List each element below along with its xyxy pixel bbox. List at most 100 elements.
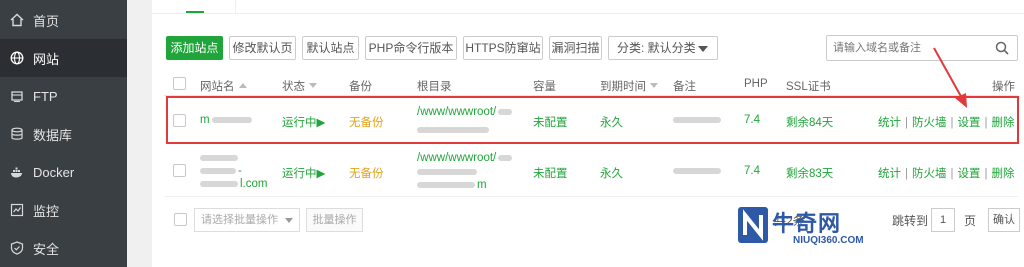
redacted-text	[417, 168, 477, 175]
column-remark: 备注	[673, 81, 696, 93]
sidebar-item-label: Docker	[33, 164, 75, 180]
sort-down-icon	[309, 83, 317, 88]
modify-default-page-button[interactable]: 修改默认页	[229, 36, 296, 60]
root-dir-text: /www/wwwroot/	[417, 152, 497, 164]
column-label: 网站名	[200, 81, 235, 93]
column-label: 到期时间	[600, 81, 646, 93]
firewall-link[interactable]: 防火墙	[912, 168, 947, 180]
sidebar-item-monitor[interactable]: 监控	[0, 191, 127, 229]
search-box[interactable]	[826, 35, 1018, 61]
tab-active-indicator	[186, 11, 204, 13]
column-status[interactable]: 状态	[282, 78, 317, 94]
sidebar-item-website[interactable]: 网站	[0, 39, 127, 77]
divider: |	[950, 168, 954, 180]
settings-link[interactable]: 设置	[958, 168, 981, 180]
default-site-button[interactable]: 默认站点	[302, 36, 359, 60]
column-label: 状态	[282, 81, 305, 93]
vuln-scan-button[interactable]: 漏洞扫描	[549, 36, 602, 60]
site-name-text: l.com	[240, 178, 268, 190]
column-php: PHP	[744, 78, 768, 90]
ftp-icon	[10, 89, 24, 103]
site-name-link[interactable]: -	[200, 165, 242, 177]
jump-to-label: 跳转到	[892, 214, 929, 228]
shield-icon	[10, 241, 24, 255]
confirm-button[interactable]: 确认	[988, 208, 1020, 232]
sidebar-item-label: 网站	[33, 51, 60, 67]
column-capacity: 容量	[533, 81, 556, 93]
redacted-text	[498, 154, 513, 161]
sidebar-item-security[interactable]: 安全	[0, 229, 127, 267]
sidebar-item-home[interactable]: 首页	[0, 1, 127, 39]
docker-icon	[10, 165, 24, 179]
content-gutter	[127, 0, 152, 267]
niuqi-logo-icon	[738, 207, 768, 243]
status-running[interactable]: 运行中▶	[282, 165, 325, 181]
sidebar-item-ftp[interactable]: FTP	[0, 77, 127, 115]
table-row: - l.com 运行中▶ 无备份 /www/wwwroot/ m 未配置 永久 …	[164, 143, 1018, 197]
expiry-date[interactable]: 永久	[600, 165, 623, 181]
database-icon	[10, 127, 24, 141]
capacity-setting[interactable]: 未配置	[533, 165, 568, 181]
search-input[interactable]	[833, 40, 983, 56]
row-checkbox[interactable]	[173, 164, 186, 177]
sidebar-item-label: FTP	[33, 88, 58, 104]
php-version[interactable]: 7.4	[744, 165, 760, 177]
watermark-logo: 牛奇网 NIUQI360.COM	[738, 205, 888, 255]
column-ssl: SSL证书	[786, 81, 831, 93]
watermark-title: 牛奇网	[772, 211, 842, 236]
root-dir-link[interactable]: /www/wwwroot/	[417, 152, 513, 164]
sidebar-item-database[interactable]: 数据库	[0, 115, 127, 153]
select-all-checkbox[interactable]	[173, 77, 186, 90]
ssl-status[interactable]: 剩余83天	[786, 165, 833, 181]
redacted-text	[200, 167, 236, 174]
sidebar-item-label: 安全	[33, 241, 60, 257]
root-dir-text: m	[477, 179, 487, 191]
divider: |	[984, 168, 988, 180]
sidebar-item-label: 监控	[33, 203, 60, 219]
row-actions: 统计 | 防火墙 | 设置 | 删除	[878, 165, 1015, 181]
chevron-down-icon	[698, 46, 708, 52]
https-antiblock-button[interactable]: HTTPS防窜站	[463, 36, 543, 60]
sidebar-item-docker[interactable]: Docker	[0, 153, 127, 191]
column-backup: 备份	[349, 81, 372, 93]
redacted-text	[673, 167, 721, 174]
backup-status[interactable]: 无备份	[349, 165, 384, 181]
category-select[interactable]: 分类: 默认分类	[608, 36, 718, 60]
page-number-input[interactable]: 1	[931, 208, 955, 232]
globe-icon	[10, 51, 24, 65]
sidebar: 首页 网站 FTP 数据库 Docker 监控 安全	[0, 0, 127, 267]
site-name-line1	[200, 152, 238, 164]
batch-operation-select[interactable]: 请选择批量操作	[194, 208, 300, 232]
redacted-text	[200, 180, 238, 187]
redacted-text	[200, 154, 238, 161]
delete-link[interactable]: 删除	[992, 168, 1015, 180]
sort-down-icon	[650, 83, 658, 88]
stats-link[interactable]: 统计	[878, 168, 901, 180]
sidebar-item-label: 数据库	[33, 127, 73, 143]
batch-select-value: 请选择批量操作	[201, 214, 278, 226]
footer-select-all-checkbox[interactable]	[174, 213, 187, 226]
root-dir-line3[interactable]: m	[417, 179, 487, 191]
site-name-text: -	[238, 165, 242, 177]
column-site-name[interactable]: 网站名	[200, 78, 247, 94]
category-select-value: 分类: 默认分类	[617, 41, 696, 55]
remark-cell[interactable]	[673, 165, 721, 177]
watermark-subtitle: NIUQI360.COM	[793, 235, 864, 246]
site-name-link-line3[interactable]: l.com	[200, 178, 267, 190]
divider: |	[905, 168, 908, 180]
column-root-dir: 根目录	[417, 81, 452, 93]
column-expiry[interactable]: 到期时间	[600, 78, 658, 94]
home-icon	[10, 13, 24, 27]
root-dir-line2	[417, 166, 477, 178]
php-cli-version-button[interactable]: PHP命令行版本	[365, 36, 457, 60]
search-icon[interactable]	[995, 41, 1009, 55]
monitor-icon	[10, 203, 24, 217]
redacted-text	[417, 181, 475, 188]
tab-bar	[152, 0, 1024, 14]
sidebar-item-label: 首页	[33, 13, 60, 29]
sort-up-icon	[238, 83, 247, 88]
highlight-box	[166, 96, 1019, 144]
add-site-button[interactable]: 添加站点	[166, 36, 223, 60]
chevron-down-icon	[285, 218, 293, 223]
batch-operation-button[interactable]: 批量操作	[306, 208, 363, 232]
